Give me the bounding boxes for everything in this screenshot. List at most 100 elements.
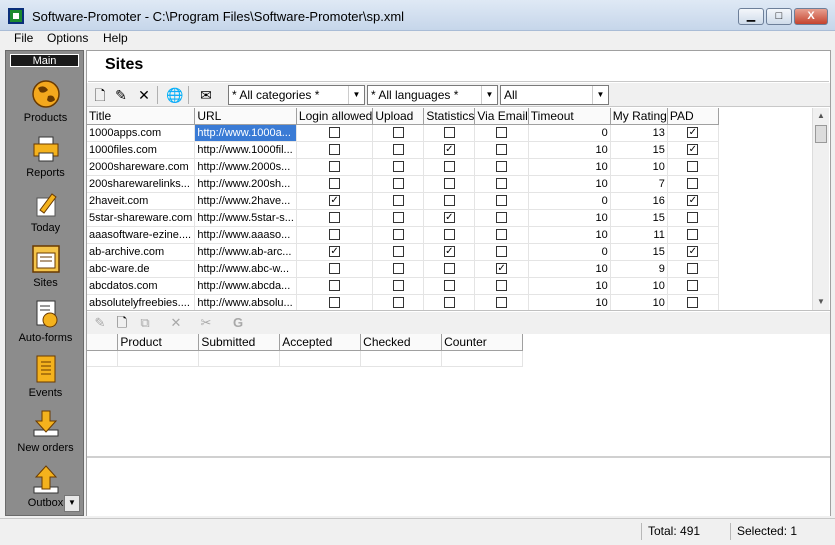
column-header-via-email[interactable]: Via Email [474, 108, 529, 125]
sidebar-item-events[interactable]: Events [6, 353, 83, 405]
statistics-checkbox[interactable] [443, 297, 455, 308]
send-button[interactable]: ✉ [197, 86, 215, 104]
via-email-checkbox[interactable] [496, 246, 508, 257]
table-row[interactable]: abc-ware.de http://www.abc-w... ✓ 10 9 [87, 260, 719, 278]
upload-checkbox[interactable] [392, 263, 404, 274]
close-button[interactable]: X [794, 8, 828, 25]
login-allowed-checkbox[interactable] [329, 280, 341, 291]
pad-checkbox[interactable] [687, 229, 699, 240]
login-allowed-checkbox[interactable] [329, 144, 341, 155]
statistics-checkbox[interactable] [443, 280, 455, 291]
statistics-checkbox[interactable] [443, 195, 455, 206]
upload-checkbox[interactable] [392, 161, 404, 172]
login-allowed-checkbox[interactable] [329, 212, 341, 223]
column-header-upload[interactable]: Upload [372, 108, 425, 125]
statistics-checkbox[interactable]: ✓ [443, 212, 455, 223]
column-header-url[interactable]: URL [194, 108, 297, 125]
menu-help[interactable]: Help [99, 31, 132, 48]
copy-submission-button[interactable]: ⧉ [136, 314, 154, 332]
login-allowed-checkbox[interactable] [329, 297, 341, 308]
table-row[interactable]: 2000shareware.com http://www.2000s... 10 10 [87, 158, 719, 176]
cut-submission-button[interactable]: ✂ [197, 314, 215, 332]
pad-checkbox[interactable]: ✓ [687, 144, 699, 155]
edit-site-button[interactable]: ✎ [112, 86, 130, 104]
sidebar-scroll-down-button[interactable]: ▼ [64, 495, 80, 512]
via-email-checkbox[interactable] [496, 280, 508, 291]
column-header-submitted[interactable]: Submitted [198, 334, 281, 351]
upload-checkbox[interactable] [392, 195, 404, 206]
table-row[interactable]: 2haveit.com http://www.2have... ✓ 0 16 ✓ [87, 192, 719, 210]
new-submission-button[interactable]: 🗋 [113, 314, 131, 332]
statistics-checkbox[interactable] [443, 263, 455, 274]
login-allowed-checkbox[interactable] [329, 127, 341, 138]
login-allowed-checkbox[interactable]: ✓ [329, 195, 341, 206]
column-header-counter[interactable]: Counter [441, 334, 523, 351]
table-row[interactable]: abcdatos.com http://www.abcda... 10 10 [87, 277, 719, 295]
via-email-checkbox[interactable] [496, 178, 508, 189]
column-header-my-rating[interactable]: My Rating [610, 108, 668, 125]
upload-checkbox[interactable] [392, 297, 404, 308]
scroll-up-icon[interactable]: ▲ [813, 108, 829, 124]
pad-checkbox[interactable]: ✓ [687, 195, 699, 206]
pad-checkbox[interactable]: ✓ [687, 246, 699, 257]
pad-checkbox[interactable]: ✓ [687, 127, 699, 138]
edit-submission-button[interactable]: ✎ [91, 314, 109, 332]
pad-checkbox[interactable] [687, 212, 699, 223]
maximize-button[interactable]: □ [766, 8, 792, 25]
column-header-timeout[interactable]: Timeout [528, 108, 611, 125]
table-row[interactable]: ab-archive.com http://www.ab-arc... ✓ ✓ 0 15 ✓ [87, 243, 719, 261]
sidebar-item-new-orders[interactable]: New orders [6, 408, 83, 460]
via-email-checkbox[interactable] [496, 195, 508, 206]
category-filter-dropdown[interactable]: * All categories * ▼ [228, 85, 365, 105]
via-email-checkbox[interactable] [496, 161, 508, 172]
table-row[interactable]: absolutelyfreebies.... http://www.absolu.… [87, 294, 719, 310]
sidebar-item-auto-forms[interactable]: Auto-forms [6, 298, 83, 350]
login-allowed-checkbox[interactable] [329, 263, 341, 274]
sites-vertical-scrollbar[interactable]: ▲ ▼ [812, 108, 829, 310]
column-header-accepted[interactable]: Accepted [279, 334, 362, 351]
column-header-checked[interactable]: Checked [360, 334, 443, 351]
upload-checkbox[interactable] [392, 280, 404, 291]
new-site-button[interactable]: 🗋 [91, 86, 109, 104]
column-header-product[interactable]: Product [117, 334, 200, 351]
upload-checkbox[interactable] [392, 212, 404, 223]
table-row[interactable]: 1000apps.com http://www.1000a... 0 13 ✓ [87, 124, 719, 142]
via-email-checkbox[interactable] [496, 229, 508, 240]
delete-submission-button[interactable]: ✕ [167, 314, 185, 332]
statistics-checkbox[interactable] [443, 127, 455, 138]
pad-checkbox[interactable] [687, 161, 699, 172]
via-email-checkbox[interactable]: ✓ [496, 263, 508, 274]
statistics-checkbox[interactable]: ✓ [443, 246, 455, 257]
login-allowed-checkbox[interactable] [329, 178, 341, 189]
login-allowed-checkbox[interactable] [329, 229, 341, 240]
pad-checkbox[interactable] [687, 263, 699, 274]
other-filter-dropdown[interactable]: All ▼ [500, 85, 609, 105]
column-header-title[interactable]: Title [87, 108, 196, 125]
sidebar-item-today[interactable]: Today [6, 188, 83, 240]
menu-file[interactable]: File [10, 31, 37, 48]
login-allowed-checkbox[interactable] [329, 161, 341, 172]
upload-checkbox[interactable] [392, 178, 404, 189]
splitter[interactable] [87, 310, 830, 311]
upload-checkbox[interactable] [392, 246, 404, 257]
statistics-checkbox[interactable] [443, 161, 455, 172]
minimize-button[interactable]: ▁ [738, 8, 764, 25]
sidebar-item-reports[interactable]: Reports [6, 133, 83, 185]
upload-checkbox[interactable] [392, 229, 404, 240]
sidebar-item-sites[interactable]: Sites [6, 243, 83, 295]
table-row[interactable]: 1000files.com http://www.1000fil... ✓ 10 15 ✓ [87, 141, 719, 159]
via-email-checkbox[interactable] [496, 127, 508, 138]
delete-site-button[interactable]: ✕ [135, 86, 153, 104]
pad-checkbox[interactable] [687, 280, 699, 291]
table-row[interactable]: aaasoftware-ezine.... http://www.aaaso...… [87, 226, 719, 244]
google-check-button[interactable]: G [229, 314, 247, 332]
via-email-checkbox[interactable] [496, 144, 508, 155]
upload-checkbox[interactable] [392, 127, 404, 138]
via-email-checkbox[interactable] [496, 297, 508, 308]
pad-checkbox[interactable] [687, 178, 699, 189]
statistics-checkbox[interactable]: ✓ [443, 144, 455, 155]
column-header-login-allowed[interactable]: Login allowed [296, 108, 374, 125]
sidebar-item-products[interactable]: Products [6, 78, 83, 130]
scroll-down-icon[interactable]: ▼ [813, 294, 829, 310]
via-email-checkbox[interactable] [496, 212, 508, 223]
